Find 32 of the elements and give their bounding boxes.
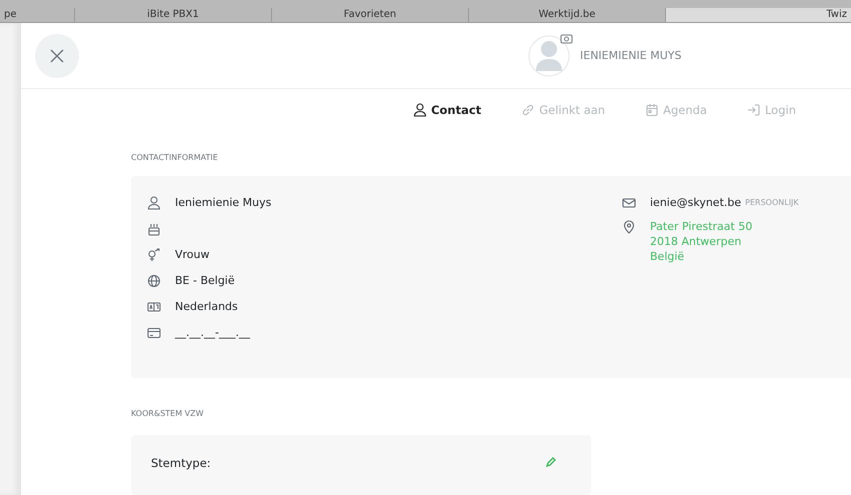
bookmark-tab[interactable]: pe <box>0 8 74 22</box>
field-label: Stemtype: <box>151 456 211 470</box>
id-card-icon <box>147 326 161 340</box>
section-heading: KOOR&STEM VZW <box>131 409 205 418</box>
contact-value: Vrouw <box>175 248 210 262</box>
close-button[interactable] <box>35 34 79 78</box>
email-type-label: PERSOONLIJK <box>745 198 799 208</box>
contact-value: __.__.__-___.__ <box>175 326 250 340</box>
avatar-icon[interactable] <box>528 32 574 79</box>
bookmark-tab[interactable]: Twiz <box>665 8 851 22</box>
login-icon <box>746 103 761 118</box>
edit-pencil-icon[interactable] <box>545 456 557 468</box>
contact-value: BE - België <box>175 274 235 288</box>
profile-name: IENIEMIENIE MUYS <box>580 49 682 62</box>
contact-value: Ieniemienie Muys <box>175 196 272 210</box>
person-icon <box>147 196 161 210</box>
cake-icon <box>147 222 161 236</box>
mail-icon <box>622 196 636 210</box>
bookmark-tab[interactable]: Favorieten <box>271 8 468 22</box>
person-icon <box>413 103 428 118</box>
tab[interactable]: Contact <box>413 98 482 122</box>
bookmark-tab[interactable]: iBite PBX1 <box>74 8 271 22</box>
link-icon <box>521 103 536 118</box>
section-heading: CONTACTINFORMATIE <box>131 153 219 162</box>
calendar-icon <box>645 103 660 118</box>
contact-value: Nederlands <box>175 300 238 314</box>
gender-icon <box>147 248 161 262</box>
location-pin-icon <box>622 220 636 234</box>
language-icon <box>147 300 161 314</box>
email-address: ienie@skynet.be <box>650 196 742 210</box>
close-icon <box>50 48 64 63</box>
globe-icon <box>147 274 161 288</box>
